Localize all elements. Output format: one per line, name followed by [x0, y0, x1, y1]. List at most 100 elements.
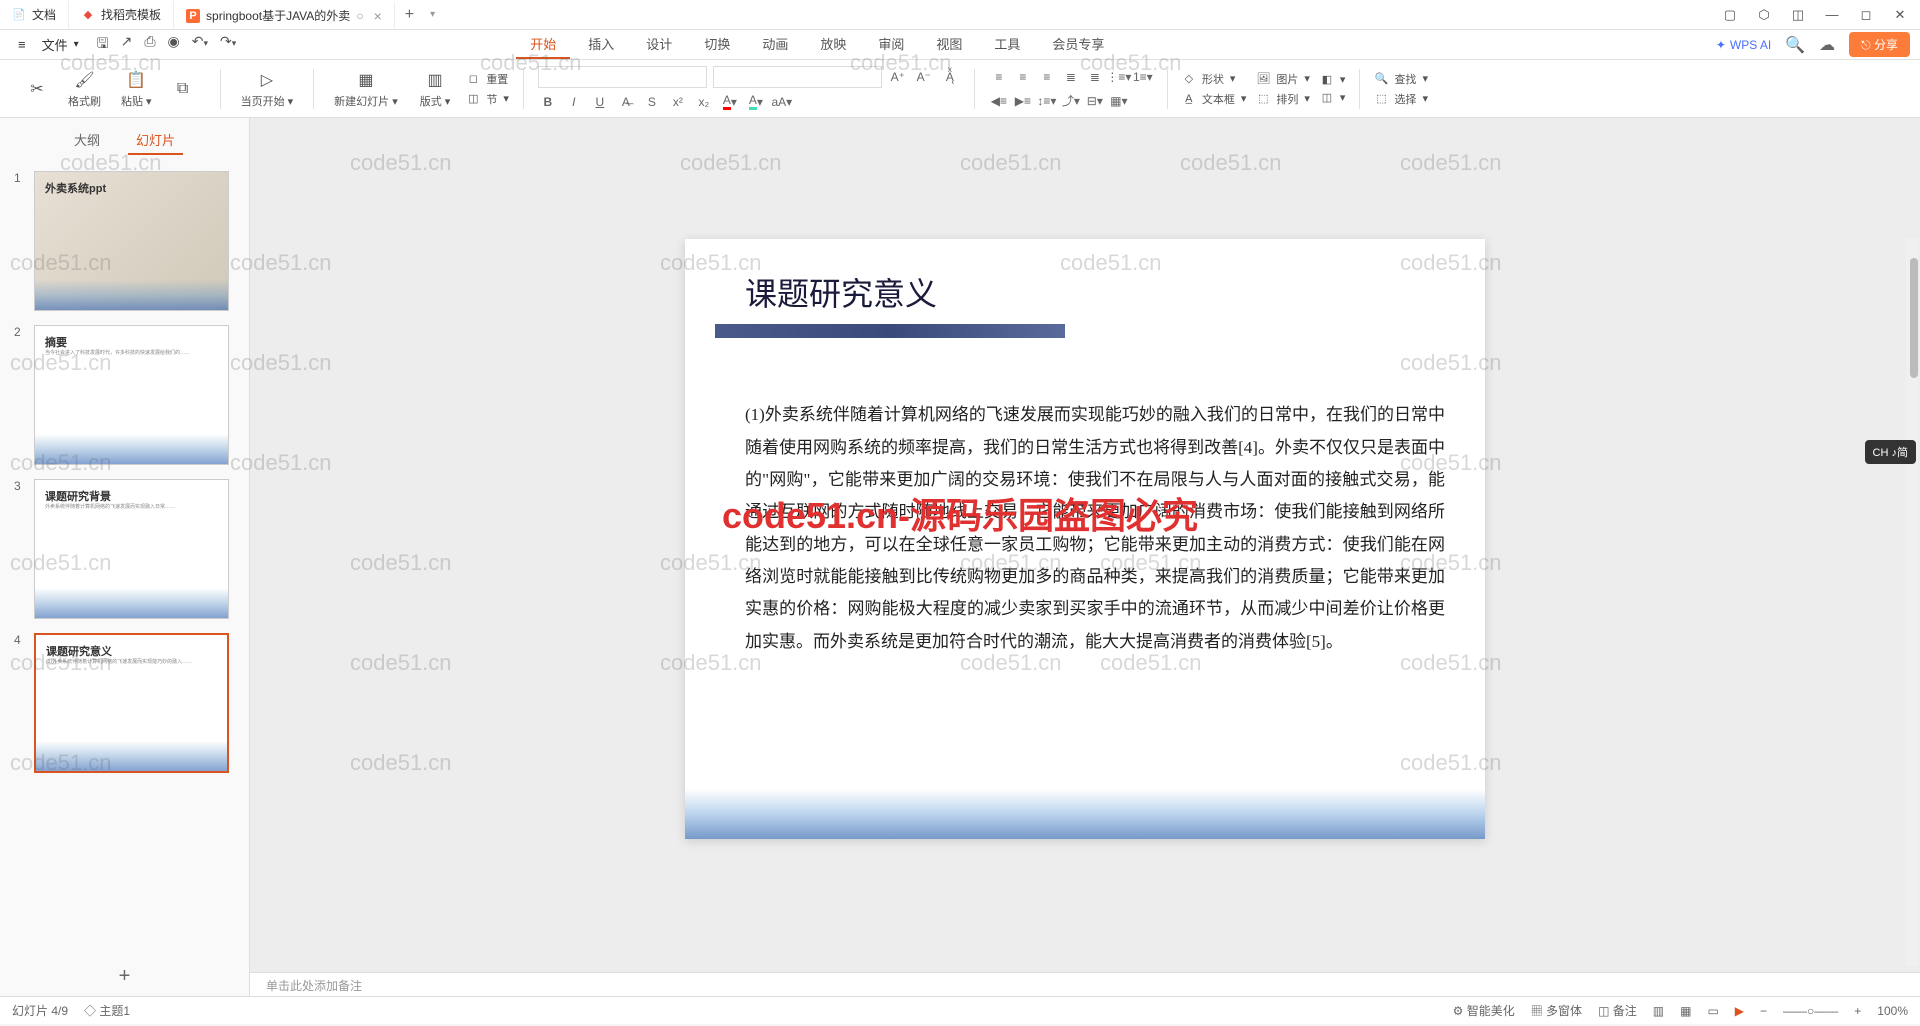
align-center-icon[interactable]: ≡ — [1013, 67, 1033, 87]
minimize-button[interactable]: — — [1824, 7, 1840, 23]
export-icon[interactable]: ↗ — [121, 33, 133, 57]
select-button[interactable]: ⬚选择 ▾ — [1374, 91, 1428, 107]
notes-toggle[interactable]: ◫ 备注 — [1598, 1002, 1637, 1019]
bullets-icon[interactable]: ⋮≡▾ — [1109, 67, 1129, 87]
print-icon[interactable]: ⎙ — [144, 33, 155, 57]
decrease-indent-icon[interactable]: ◀≡ — [989, 91, 1009, 111]
justify-icon[interactable]: ≣ — [1061, 67, 1081, 87]
view-slideshow-icon[interactable]: ▶ — [1735, 1004, 1744, 1018]
ribbon-tab-view[interactable]: 视图 — [922, 30, 976, 59]
sidebar-tab-slides[interactable]: 幻灯片 — [128, 126, 183, 155]
find-button[interactable]: 🔍查找 ▾ — [1374, 71, 1428, 87]
picture-button[interactable]: 🖼图片 ▾ — [1256, 71, 1310, 87]
ribbon-tab-slideshow[interactable]: 放映 — [806, 30, 860, 59]
text-direction-icon[interactable]: ⤴▾ — [1061, 91, 1081, 111]
distribute-icon[interactable]: ≣ — [1085, 67, 1105, 87]
thumbnail-item[interactable]: 2 摘要 当今社会进入了科技发展时代，许多科技的快速发展给我们的…… — [14, 325, 235, 465]
multi-window-button[interactable]: ▦ 多窗体 — [1531, 1002, 1582, 1019]
undo-icon[interactable]: ↶▾ — [192, 33, 208, 57]
ribbon-tab-design[interactable]: 设计 — [632, 30, 686, 59]
bold-button[interactable]: B — [538, 92, 558, 112]
fill-button[interactable]: ◧▾ — [1320, 73, 1346, 87]
align-text-icon[interactable]: ⊟▾ — [1085, 91, 1105, 111]
copy-button[interactable]: ⧉ — [166, 78, 200, 100]
clear-format-icon[interactable]: Ąͯ — [940, 67, 960, 87]
close-icon[interactable]: × — [374, 8, 382, 24]
thumbnail-item[interactable]: 1 外卖系统ppt — [14, 171, 235, 311]
new-slide-button[interactable]: ▦ 新建幻灯片 ▾ — [328, 69, 404, 109]
superscript-button[interactable]: x² — [668, 92, 688, 112]
zoom-slider[interactable]: ——○—— — [1783, 1004, 1838, 1018]
font-color-button[interactable]: A▾ — [720, 92, 740, 112]
slide-position[interactable]: 幻灯片 4/9 — [12, 1002, 68, 1019]
view-reading-icon[interactable]: ▭ — [1707, 1004, 1718, 1018]
redo-icon[interactable]: ↷▾ — [220, 33, 236, 57]
thumbnail-item[interactable]: 3 课题研究背景 外卖系统伴随着计算机网络的飞速发展而实现融入日常…… — [14, 479, 235, 619]
maximize-button[interactable]: ◻ — [1858, 7, 1874, 23]
reset-button[interactable]: ◻重置 — [466, 71, 509, 87]
thumbnail-item[interactable]: 4 课题研究意义 (1)外卖系统伴随着计算机网络的飞速发展而实现能巧妙的融入…… — [14, 633, 235, 773]
view-sorter-icon[interactable]: ▦ — [1680, 1004, 1691, 1018]
file-menu[interactable]: 文件 ▾ — [34, 35, 87, 54]
ribbon-tab-transition[interactable]: 切换 — [690, 30, 744, 59]
textbox-button[interactable]: A̲文本框 ▾ — [1182, 91, 1247, 107]
theme-info[interactable]: ◇ 主题1 — [84, 1002, 130, 1019]
columns-icon[interactable]: ▦▾ — [1109, 91, 1129, 111]
numbering-icon[interactable]: 1≡▾ — [1133, 67, 1153, 87]
add-slide-button[interactable]: + — [0, 957, 249, 996]
ribbon-tab-tools[interactable]: 工具 — [980, 30, 1034, 59]
line-spacing-icon[interactable]: ↕≡▾ — [1037, 91, 1057, 111]
scrollbar-thumb[interactable] — [1910, 258, 1918, 378]
cube-icon[interactable]: ◫ — [1790, 7, 1806, 23]
font-size-select[interactable] — [713, 66, 882, 88]
underline-button[interactable]: U — [590, 92, 610, 112]
strikethrough-button[interactable]: A̶ — [616, 92, 636, 112]
package-icon[interactable]: ⬡ — [1756, 7, 1772, 23]
tab-current-presentation[interactable]: P springboot基于JAVA的外卖 ○ × — [174, 1, 395, 29]
search-icon[interactable]: 🔍 — [1785, 35, 1805, 55]
window-layout-icon[interactable]: ▢ — [1722, 7, 1738, 23]
tab-documents[interactable]: 📄 文档 — [0, 1, 69, 29]
thumbnail-4[interactable]: 课题研究意义 (1)外卖系统伴随着计算机网络的飞速发展而实现能巧妙的融入…… — [34, 633, 229, 773]
start-from-current-button[interactable]: ▷ 当页开始 ▾ — [235, 69, 300, 109]
thumbnail-3[interactable]: 课题研究背景 外卖系统伴随着计算机网络的飞速发展而实现融入日常…… — [34, 479, 229, 619]
slide-title[interactable]: 课题研究意义 — [745, 269, 937, 315]
font-family-select[interactable] — [538, 66, 707, 88]
slide-body-text[interactable]: (1)外卖系统伴随着计算机网络的飞速发展而实现能巧妙的融入我们的日常中，在我们的… — [745, 399, 1445, 657]
ribbon-tab-review[interactable]: 审阅 — [864, 30, 918, 59]
highlight-button[interactable]: A▾ — [746, 92, 766, 112]
align-left-icon[interactable]: ≡ — [989, 67, 1009, 87]
shape-button[interactable]: ◇形状 ▾ — [1182, 71, 1247, 87]
wps-ai-button[interactable]: ✦ WPS AI — [1716, 38, 1771, 52]
format-painter-button[interactable]: 🖌 格式刷 — [62, 69, 107, 109]
zoom-level[interactable]: 100% — [1877, 1004, 1908, 1018]
thumbnail-panel[interactable]: 1 外卖系统ppt 2 摘要 当今社会进入了科技发展时代，许多科技的快速发展给我… — [0, 163, 249, 957]
ribbon-tab-member[interactable]: 会员专享 — [1038, 30, 1118, 59]
canvas-area[interactable]: 课题研究意义 (1)外卖系统伴随着计算机网络的飞速发展而实现能巧妙的融入我们的日… — [250, 118, 1920, 996]
add-tab-button[interactable]: + — [395, 6, 424, 24]
italic-button[interactable]: I — [564, 92, 584, 112]
increase-font-icon[interactable]: A⁺ — [888, 67, 908, 87]
align-right-icon[interactable]: ≡ — [1037, 67, 1057, 87]
tab-dropdown-icon[interactable]: ▾ — [430, 9, 435, 20]
cut-button[interactable]: ✂ — [20, 78, 54, 100]
tab-templates[interactable]: ◆ 找稻壳模板 — [69, 1, 174, 29]
thumbnail-1[interactable]: 外卖系统ppt — [34, 171, 229, 311]
zoom-in-button[interactable]: + — [1854, 1004, 1861, 1018]
cloud-icon[interactable]: ☁ — [1819, 35, 1835, 55]
outline-button[interactable]: ◫▾ — [1320, 91, 1346, 105]
subscript-button[interactable]: x₂ — [694, 92, 714, 112]
hamburger-icon[interactable]: ≡ — [10, 37, 34, 52]
share-button[interactable]: ⎋ 分享 — [1849, 32, 1910, 57]
ribbon-tab-animation[interactable]: 动画 — [748, 30, 802, 59]
thumbnail-2[interactable]: 摘要 当今社会进入了科技发展时代，许多科技的快速发展给我们的…… — [34, 325, 229, 465]
paste-button[interactable]: 📋 粘贴 ▾ — [115, 69, 158, 109]
close-button[interactable]: ✕ — [1892, 7, 1908, 23]
shadow-button[interactable]: S — [642, 92, 662, 112]
smart-beautify-button[interactable]: ⚙ 智能美化 — [1453, 1002, 1515, 1019]
decrease-font-icon[interactable]: A⁻ — [914, 67, 934, 87]
arrange-button[interactable]: ⬚排列 ▾ — [1256, 91, 1310, 107]
sidebar-tab-outline[interactable]: 大纲 — [66, 126, 108, 155]
view-normal-icon[interactable]: ▥ — [1653, 1004, 1664, 1018]
zoom-out-button[interactable]: − — [1760, 1004, 1767, 1018]
